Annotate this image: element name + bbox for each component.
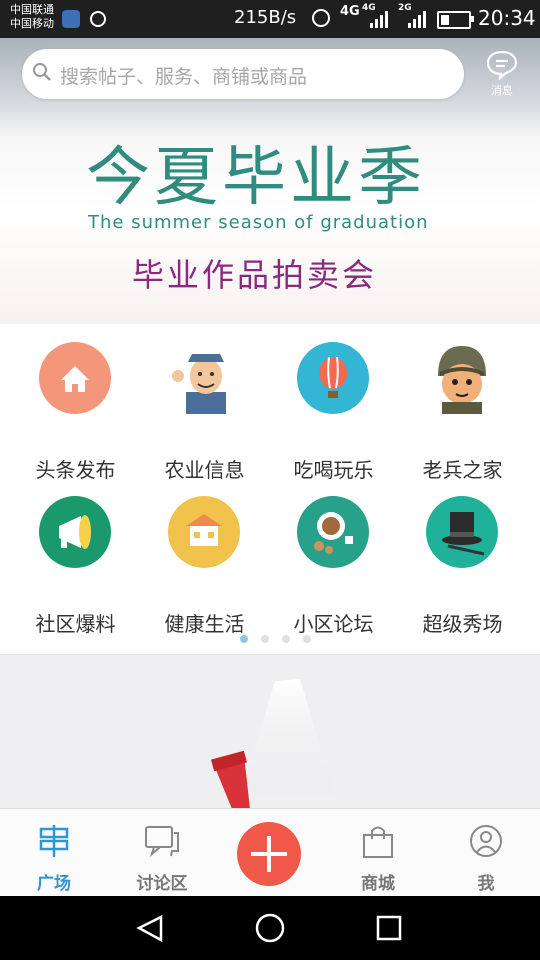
recents-icon[interactable]	[376, 915, 402, 941]
coffee-icon	[297, 496, 369, 568]
tab-me[interactable]: 我	[432, 809, 540, 897]
category-label: 社区爆料	[35, 612, 116, 636]
tab-label: 广场	[37, 874, 71, 894]
search-icon	[33, 63, 51, 81]
carrier-1: 中国联通	[10, 3, 54, 16]
category-label: 老兵之家	[422, 458, 503, 482]
category-label: 吃喝玩乐	[293, 458, 374, 482]
clock: 20:34	[478, 6, 536, 30]
hospital-icon	[168, 496, 240, 568]
category-label: 农业信息	[164, 458, 245, 482]
carrier-2: 中国移动	[10, 17, 54, 30]
signal-icon-2	[408, 8, 426, 28]
soldier-icon	[426, 342, 498, 414]
category-label: 头条发布	[35, 458, 116, 482]
page-dot[interactable]	[261, 635, 269, 643]
tab-mall[interactable]: 商城	[324, 809, 432, 897]
chat-icon	[145, 826, 179, 857]
tab-label: 讨论区	[136, 874, 188, 894]
system-nav-bar	[0, 896, 540, 960]
carrier-info: 中国联通 中国移动	[10, 3, 54, 31]
search-input[interactable]: 搜索帖子、服务、商铺或商品	[60, 62, 307, 89]
balloon-icon	[297, 342, 369, 414]
banner-event: 毕业作品拍卖会	[132, 256, 378, 294]
alarm-icon	[312, 9, 330, 27]
network-type-1: 4G	[340, 4, 360, 19]
search-bar[interactable]: 搜索帖子、服务、商铺或商品	[22, 49, 464, 99]
back-icon[interactable]	[136, 914, 163, 943]
promo-banner[interactable]: 搜索帖子、服务、商铺或商品 消息 今夏毕业季 The summer season…	[0, 38, 540, 324]
megaphone-icon	[39, 496, 111, 568]
page-dot-active[interactable]	[240, 635, 248, 643]
user-icon	[470, 825, 502, 857]
spotlight-illustration	[211, 679, 335, 809]
shopping-bag-icon	[363, 826, 393, 858]
messages-button[interactable]: 消息	[484, 50, 520, 98]
home-button-icon[interactable]	[255, 913, 285, 943]
plus-icon[interactable]	[237, 822, 301, 886]
page-indicator	[240, 635, 311, 643]
tab-discussion[interactable]: 讨论区	[108, 809, 216, 897]
banner-subtitle: The summer season of graduation	[88, 212, 429, 233]
messages-label: 消息	[491, 84, 513, 97]
tab-label: 我	[477, 874, 495, 894]
bottom-tab-bar: 广场 讨论区 商城 我	[0, 808, 540, 897]
app-notification-icon	[62, 10, 80, 28]
tab-label: 商城	[361, 874, 395, 894]
tab-square[interactable]: 广场	[0, 809, 108, 897]
category-grid: 头条发布 农业信息 吃喝玩乐 老兵之家 社区爆料 健康生活 小区论坛 超级秀场	[0, 324, 540, 654]
message-bubble-icon	[486, 50, 518, 82]
feed-area[interactable]	[0, 654, 540, 809]
notification-icon	[90, 11, 106, 27]
category-label: 超级秀场	[422, 612, 503, 636]
status-bar: 中国联通 中国移动 215B/s 4G 4G 2G 20:34	[0, 0, 540, 38]
page-dot[interactable]	[282, 635, 290, 643]
category-label: 小区论坛	[293, 612, 374, 636]
square-signpost-icon	[39, 825, 69, 857]
signal-icon	[370, 8, 388, 28]
page-dot[interactable]	[303, 635, 311, 643]
banner-title: 今夏毕业季	[86, 141, 426, 215]
farmer-icon	[168, 342, 240, 414]
home-icon	[39, 342, 111, 414]
magic-hat-icon	[426, 496, 498, 568]
network-speed: 215B/s	[234, 7, 297, 28]
category-label: 健康生活	[164, 612, 245, 636]
battery-icon	[437, 11, 474, 29]
